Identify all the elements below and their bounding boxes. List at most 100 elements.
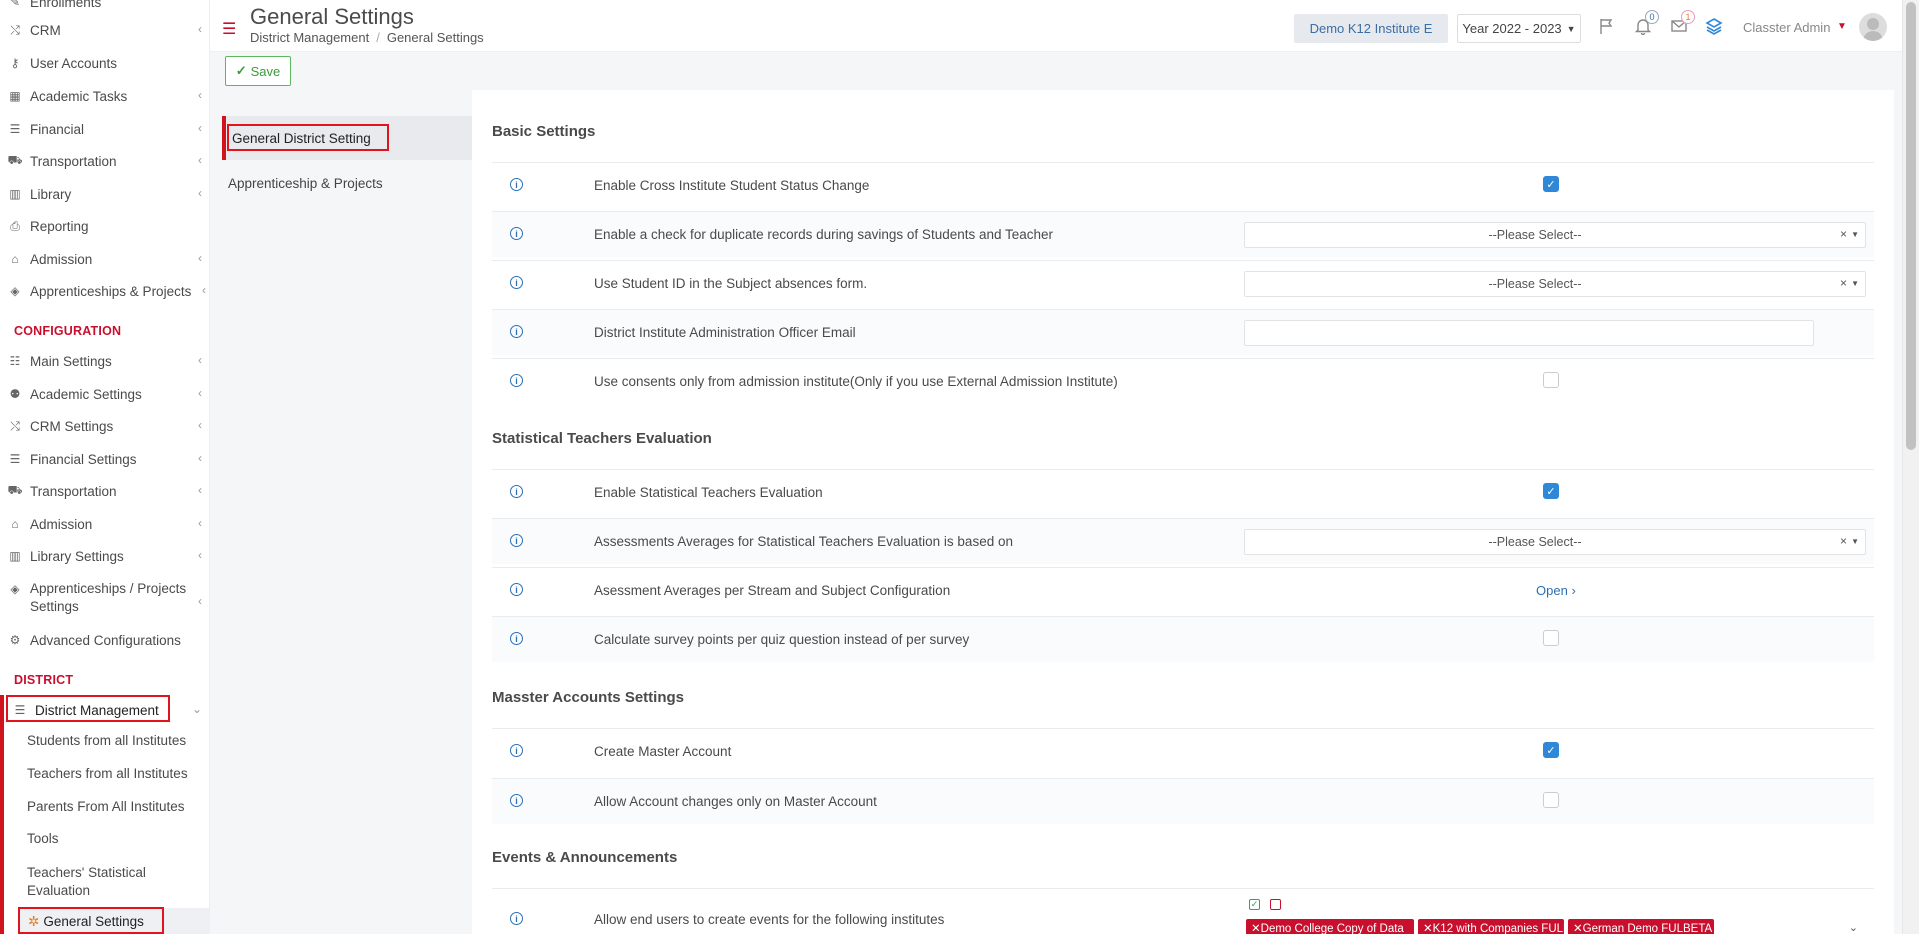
sidebar-subitem-students[interactable]: Students from all Institutes	[27, 733, 186, 748]
avatar[interactable]	[1859, 13, 1887, 41]
select-all-icon[interactable]: ✓	[1249, 899, 1260, 910]
sidebar-item-library-settings[interactable]: ▥ Library Settings ‹	[0, 541, 209, 571]
institute-selector[interactable]: Demo K12 Institute E	[1294, 14, 1448, 43]
setting-select[interactable]: --Please Select-- × ▼	[1244, 529, 1866, 555]
sidebar-item-transportation[interactable]: ⛟ Transportation ‹	[0, 146, 209, 176]
highlight-box	[6, 695, 170, 722]
setting-label: Enable Cross Institute Student Status Ch…	[594, 178, 870, 193]
sidebar-item-label: Library Settings	[30, 548, 124, 564]
sidebar-item-reporting[interactable]: ⎙ Reporting	[0, 211, 209, 241]
info-icon[interactable]: i	[510, 374, 523, 387]
breadcrumb-item[interactable]: District Management	[250, 30, 369, 45]
setting-row: i Enable Statistical Teachers Evaluation…	[492, 469, 1874, 515]
caret-down-icon[interactable]: ▼	[1837, 21, 1847, 32]
sidebar-item-transportation-settings[interactable]: ⛟ Transportation ‹	[0, 476, 209, 506]
enrollments-icon: ✎	[9, 0, 21, 9]
check-icon: ✓	[235, 63, 247, 78]
chevron-down-icon[interactable]: ⌄	[1849, 921, 1858, 934]
setting-checkbox[interactable]	[1543, 630, 1559, 646]
info-icon[interactable]: i	[510, 227, 523, 240]
info-icon[interactable]: i	[510, 325, 523, 338]
info-icon[interactable]: i	[510, 485, 523, 498]
info-icon[interactable]: i	[510, 534, 523, 547]
action-bar: ✓ Save	[210, 52, 1919, 90]
sidebar-item-financial-settings[interactable]: ☰ Financial Settings ‹	[0, 444, 209, 474]
select-placeholder: --Please Select--	[1488, 277, 1582, 291]
sidebar-item-library[interactable]: ▥ Library ‹	[0, 179, 209, 209]
info-icon[interactable]: i	[510, 794, 523, 807]
chevron-left-icon: ‹	[198, 386, 202, 400]
sidebar-subitem-teachers[interactable]: Teachers from all Institutes	[27, 766, 188, 781]
sidebar-item-academic-settings[interactable]: ⚉ Academic Settings ‹	[0, 379, 209, 409]
save-button[interactable]: ✓ Save	[225, 56, 291, 86]
sidebar-item-label: Library	[30, 186, 72, 202]
sidebar-item-crm-settings[interactable]: ⤭ CRM Settings ‹	[0, 411, 209, 441]
caret-down-icon[interactable]: ▼	[1851, 279, 1859, 288]
institute-tag[interactable]: ✕Demo College Copy of Data	[1246, 919, 1414, 934]
layers-icon[interactable]	[1702, 14, 1726, 38]
setting-checkbox[interactable]	[1543, 372, 1559, 388]
sidebar-item-crm[interactable]: ⤭ CRM ‹	[0, 15, 209, 45]
setting-checkbox[interactable]: ✓	[1543, 742, 1559, 758]
sidebar-item-apprenticeships[interactable]: ◈ Apprenticeships & Projects ‹	[0, 276, 209, 306]
sidebar-subitem-teachers-evaluation[interactable]: Teachers' Statistical Evaluation	[27, 864, 187, 900]
chevron-left-icon: ‹	[198, 88, 202, 102]
info-icon[interactable]: i	[510, 912, 523, 925]
clear-icon[interactable]: ×	[1840, 534, 1847, 548]
box-icon: ◈	[10, 582, 20, 596]
sidebar-item-financial[interactable]: ☰ Financial ‹	[0, 114, 209, 144]
chevron-left-icon: ‹	[202, 283, 206, 297]
info-icon[interactable]: i	[510, 276, 523, 289]
coins-icon: ☰	[9, 122, 21, 136]
sidebar-item-label: CRM Settings	[30, 418, 114, 434]
sidebar-item-user-accounts[interactable]: ⚷ User Accounts	[0, 48, 209, 78]
sidebar-item-label: Academic Settings	[30, 386, 142, 402]
setting-checkbox[interactable]	[1543, 792, 1559, 808]
setting-checkbox[interactable]: ✓	[1543, 483, 1559, 499]
flag-icon[interactable]	[1595, 14, 1619, 38]
envelope-icon[interactable]: 1	[1667, 10, 1695, 38]
scrollbar-thumb[interactable]	[1906, 2, 1916, 450]
setting-select[interactable]: --Please Select-- × ▼	[1244, 271, 1866, 297]
caret-down-icon[interactable]: ▼	[1851, 230, 1859, 239]
info-icon[interactable]: i	[510, 744, 523, 757]
settings-nav-item-apprenticeship[interactable]: Apprenticeship & Projects	[228, 176, 383, 191]
sidebar-item-main-settings[interactable]: ☷ Main Settings ‹	[0, 346, 209, 376]
setting-checkbox[interactable]: ✓	[1543, 176, 1559, 192]
info-icon[interactable]: i	[510, 583, 523, 596]
deselect-all-icon[interactable]	[1270, 899, 1281, 910]
sidebar-subitem-tools[interactable]: Tools	[27, 831, 59, 846]
select-placeholder: --Please Select--	[1488, 228, 1582, 242]
setting-row: i Create Master Account ✓	[492, 728, 1874, 774]
chevron-left-icon: ‹	[198, 353, 202, 367]
clear-icon[interactable]: ×	[1840, 227, 1847, 241]
setting-select[interactable]: --Please Select-- × ▼	[1244, 222, 1866, 248]
institute-tag[interactable]: ✕K12 with Companies FULBETA	[1418, 919, 1564, 934]
sidebar-subitem-parents[interactable]: Parents From All Institutes	[27, 799, 185, 814]
sidebar-item-admission[interactable]: ⌂ Admission ‹	[0, 244, 209, 274]
institutes-multiselect[interactable]: ✕Demo College Copy of Data ✕K12 with Com…	[1244, 919, 1866, 934]
info-icon[interactable]: i	[510, 632, 523, 645]
open-link[interactable]: Open ›	[1536, 583, 1576, 598]
year-selector[interactable]: Year 2022 - 2023 ▼	[1457, 14, 1581, 43]
hamburger-menu-icon[interactable]: ☰	[222, 19, 236, 39]
info-icon[interactable]: i	[510, 178, 523, 191]
sidebar-item-admission-settings[interactable]: ⌂ Admission ‹	[0, 509, 209, 539]
people-icon: ⚉	[9, 387, 21, 401]
email-field[interactable]	[1244, 320, 1814, 346]
breadcrumb-item: General Settings	[386, 30, 484, 45]
sidebar-item-label: Financial	[30, 121, 85, 137]
chevron-left-icon: ‹	[198, 516, 202, 530]
sidebar-item-academic-tasks[interactable]: ▦ Academic Tasks ‹	[0, 81, 209, 111]
page-scrollbar[interactable]	[1902, 0, 1919, 934]
institute-tag[interactable]: ✕German Demo FULBETA	[1568, 919, 1714, 934]
sidebar-item-label: Admission	[30, 516, 93, 532]
bell-icon[interactable]: 0	[1631, 10, 1659, 38]
sidebar-item-apprenticeships-settings[interactable]: ◈ Apprenticeships / Projects Settings ‹	[0, 576, 209, 616]
sidebar-item-advanced-configurations[interactable]: ⚙ Advanced Configurations	[0, 625, 209, 655]
user-name[interactable]: Classter Admin	[1743, 20, 1830, 35]
clear-icon[interactable]: ×	[1840, 276, 1847, 290]
caret-down-icon[interactable]: ▼	[1851, 537, 1859, 546]
sidebar-item-label: Transportation	[30, 483, 117, 499]
chevron-left-icon: ‹	[198, 121, 202, 135]
